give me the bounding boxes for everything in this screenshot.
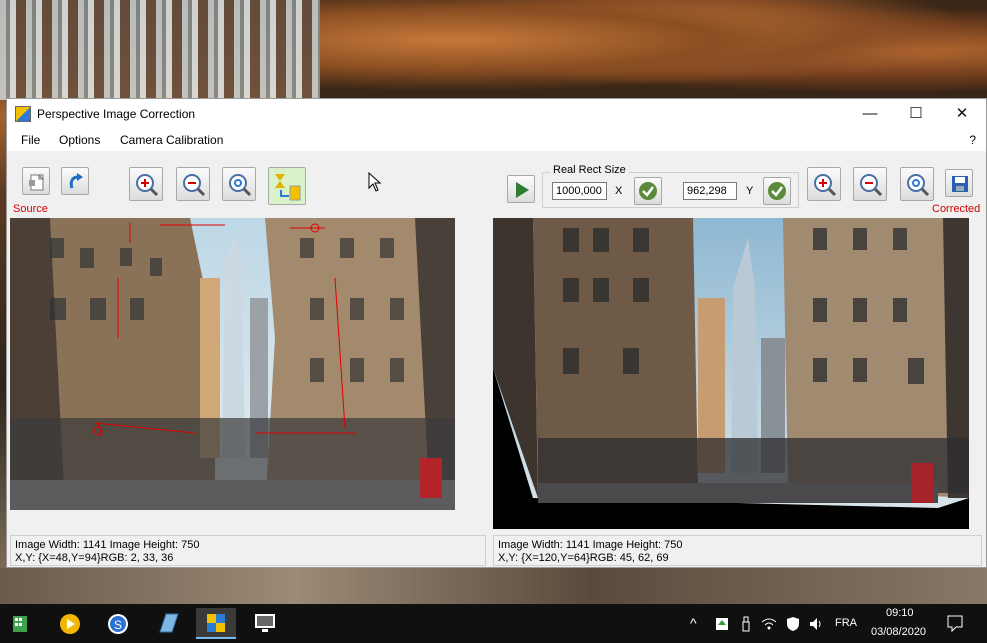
maximize-button[interactable]: ☐ [893, 99, 939, 129]
corrected-pixel-info-text: X,Y: {X=120,Y=64}RGB: 45, 62, 69 [498, 552, 669, 564]
corrected-label: Corrected [932, 203, 981, 215]
check-icon [768, 182, 786, 200]
monitor-icon [255, 614, 275, 632]
task-app-6[interactable] [245, 608, 285, 639]
perspective-app-icon [207, 614, 225, 632]
window-title: Perspective Image Correction [37, 107, 196, 121]
svg-text:S: S [114, 618, 122, 632]
desktop-wallpaper-lower [0, 568, 987, 604]
corrected-status: Image Width: 1141 Image Height: 750 X,Y:… [498, 539, 682, 565]
zoom-fit-right-button[interactable] [900, 167, 934, 201]
tray-security-icon[interactable] [785, 616, 801, 632]
desktop-wallpaper-waterfall [0, 0, 320, 100]
s-app-icon: S [108, 614, 128, 634]
notebook-icon [159, 613, 179, 633]
source-dimensions-text: Image Width: 1141 Image Height: 750 [15, 539, 200, 551]
apply-x-button[interactable] [634, 177, 662, 205]
zoom-in-icon [814, 174, 837, 197]
title-bar[interactable]: Perspective Image Correction — ☐ ✕ [7, 99, 986, 129]
task-perspective-app[interactable] [196, 608, 236, 639]
rotate-button[interactable] [61, 167, 89, 195]
source-label: Source [13, 203, 48, 215]
real-rect-size-title: Real Rect Size [550, 164, 629, 176]
menu-bar: File Options Camera Calibration ? [7, 129, 986, 151]
tray-date[interactable]: 03/08/2020 [871, 626, 926, 638]
menu-camera-calibration[interactable]: Camera Calibration [120, 133, 223, 147]
rotate-icon [69, 173, 83, 189]
zoom-out-left-button[interactable] [176, 167, 210, 201]
tray-volume-icon[interactable] [808, 616, 824, 632]
corrected-image-panel[interactable] [493, 218, 969, 529]
taskbar: S ^ FRA 09:10 03/08/2020 [0, 604, 987, 643]
zoom-out-right-button[interactable] [853, 167, 887, 201]
menu-options[interactable]: Options [59, 133, 100, 147]
zoom-in-right-button[interactable] [807, 167, 841, 201]
check-icon [639, 182, 657, 200]
task-app-3[interactable]: S [98, 608, 138, 639]
zoom-in-icon [136, 174, 159, 197]
run-button[interactable] [507, 175, 535, 203]
app-window: Perspective Image Correction — ☐ ✕ File … [6, 98, 987, 568]
save-button[interactable] [945, 169, 973, 197]
y-axis-label: Y [746, 185, 754, 197]
desktop-wallpaper-rocks [320, 0, 987, 100]
source-image-panel[interactable] [10, 218, 455, 510]
zoom-in-left-button[interactable] [129, 167, 163, 201]
tray-time[interactable]: 09:10 [886, 607, 914, 619]
media-player-icon [60, 614, 80, 634]
corrected-dimensions-text: Image Width: 1141 Image Height: 750 [498, 539, 683, 551]
process-transform-button[interactable] [268, 167, 306, 205]
mouse-cursor-icon [368, 172, 382, 192]
menu-help[interactable]: ? [969, 133, 976, 147]
zoom-fit-icon [229, 174, 252, 197]
task-app-4[interactable] [148, 608, 188, 639]
play-icon [516, 182, 529, 198]
task-app-2[interactable] [50, 608, 90, 639]
tray-language[interactable]: FRA [835, 617, 857, 629]
apply-y-button[interactable] [763, 177, 791, 205]
source-image [10, 218, 455, 510]
source-status: Image Width: 1141 Image Height: 750 X,Y:… [15, 539, 199, 565]
close-button[interactable]: ✕ [939, 99, 985, 129]
tray-upload-icon[interactable] [714, 616, 730, 632]
menu-file[interactable]: File [21, 133, 40, 147]
app-icon [15, 106, 31, 122]
zoom-out-icon [183, 174, 206, 197]
calculator-icon [13, 616, 27, 632]
save-icon [952, 176, 968, 192]
zoom-fit-left-button[interactable] [222, 167, 256, 201]
tray-wifi-icon[interactable] [761, 616, 777, 632]
tray-usb-icon[interactable] [738, 616, 754, 632]
open-file-icon [29, 174, 45, 191]
minimize-button[interactable]: — [847, 99, 893, 129]
tray-chevron-up-icon[interactable]: ^ [690, 615, 697, 631]
real-rect-y-input[interactable] [683, 182, 737, 200]
notifications-icon[interactable] [946, 614, 964, 632]
transform-icon [275, 174, 301, 201]
zoom-fit-icon [907, 174, 930, 197]
x-axis-label: X [615, 185, 623, 197]
zoom-out-icon [860, 174, 883, 197]
real-rect-x-input[interactable] [552, 182, 607, 200]
task-app-1[interactable] [0, 608, 40, 639]
corrected-image [493, 218, 969, 529]
open-file-button[interactable] [22, 167, 50, 195]
source-pixel-info-text: X,Y: {X=48,Y=94}RGB: 2, 33, 36 [15, 552, 174, 564]
